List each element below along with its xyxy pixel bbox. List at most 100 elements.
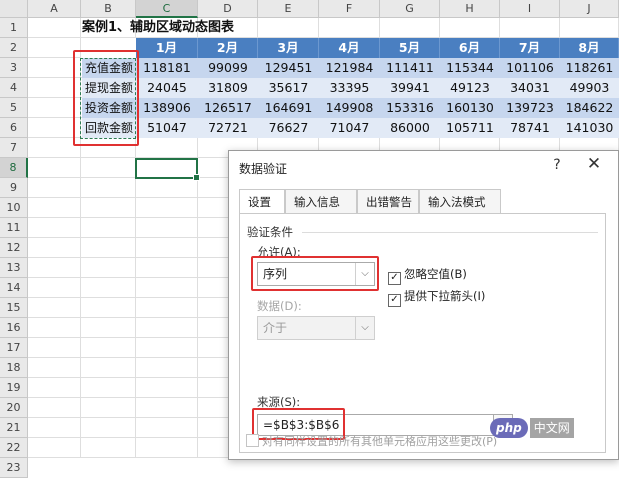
grid-cell[interactable] xyxy=(81,298,136,318)
grid-cell[interactable] xyxy=(136,198,198,218)
grid-cell[interactable] xyxy=(136,338,198,358)
data-cell[interactable]: 86000 xyxy=(380,118,440,138)
column-header-f[interactable]: F xyxy=(319,0,380,18)
data-cell[interactable]: 126517 xyxy=(198,98,258,118)
grid-cell[interactable] xyxy=(81,158,136,178)
month-header[interactable]: 2月 xyxy=(198,38,258,58)
grid-cell[interactable] xyxy=(81,358,136,378)
data-cell[interactable]: 160130 xyxy=(440,98,500,118)
grid-cell[interactable] xyxy=(28,118,81,138)
grid-cell[interactable] xyxy=(136,298,198,318)
data-cell[interactable]: 164691 xyxy=(258,98,319,118)
data-cell[interactable]: 35617 xyxy=(258,78,319,98)
data-cell[interactable]: 111411 xyxy=(380,58,440,78)
grid-cell[interactable] xyxy=(81,278,136,298)
row-header-20[interactable]: 20 xyxy=(0,398,28,418)
grid-cell[interactable] xyxy=(81,238,136,258)
data-cell[interactable]: 49123 xyxy=(440,78,500,98)
data-cell[interactable]: 153316 xyxy=(380,98,440,118)
data-cell[interactable]: 39941 xyxy=(380,78,440,98)
grid-cell[interactable] xyxy=(28,78,81,98)
grid-cell[interactable] xyxy=(28,98,81,118)
grid-cell[interactable] xyxy=(136,358,198,378)
data-cell[interactable]: 76627 xyxy=(258,118,319,138)
grid-cell[interactable] xyxy=(319,18,380,38)
ignore-blank-checkbox[interactable]: ✓ 忽略空值(B) xyxy=(388,266,467,285)
grid-cell[interactable] xyxy=(28,298,81,318)
data-cell[interactable]: 184622 xyxy=(560,98,619,118)
grid-cell[interactable] xyxy=(28,58,81,78)
grid-cell[interactable] xyxy=(258,18,319,38)
grid-cell[interactable] xyxy=(28,238,81,258)
row-header-9[interactable]: 9 xyxy=(0,178,28,198)
row-header-1[interactable]: 1 xyxy=(0,18,28,38)
column-header-c[interactable]: C xyxy=(136,0,198,18)
data-cell[interactable]: 51047 xyxy=(136,118,198,138)
month-header[interactable]: 1月 xyxy=(136,38,198,58)
row-header-17[interactable]: 17 xyxy=(0,338,28,358)
data-cell[interactable]: 34031 xyxy=(500,78,560,98)
column-header-d[interactable]: D xyxy=(198,0,258,18)
row-label-invest[interactable]: 投资金额 xyxy=(82,98,136,118)
grid-cell[interactable] xyxy=(500,18,560,38)
column-header-h[interactable]: H xyxy=(440,0,500,18)
row-header-15[interactable]: 15 xyxy=(0,298,28,318)
row-header-22[interactable]: 22 xyxy=(0,438,28,458)
row-header-21[interactable]: 21 xyxy=(0,418,28,438)
column-header-b[interactable]: B xyxy=(81,0,136,18)
column-header-j[interactable]: J xyxy=(560,0,619,18)
data-cell[interactable]: 71047 xyxy=(319,118,380,138)
grid-cell[interactable] xyxy=(136,278,198,298)
data-cell[interactable]: 118261 xyxy=(560,58,619,78)
data-select[interactable]: 介于 ⌵ xyxy=(257,316,375,340)
grid-cell[interactable] xyxy=(28,318,81,338)
month-header[interactable]: 7月 xyxy=(500,38,560,58)
grid-cell[interactable] xyxy=(81,258,136,278)
grid-cell[interactable] xyxy=(136,438,198,458)
data-cell[interactable]: 31809 xyxy=(198,78,258,98)
row-header-23[interactable]: 23 xyxy=(0,458,28,478)
grid-cell[interactable] xyxy=(81,338,136,358)
apply-all-checkbox[interactable]: 对有同样设置的所有其他单元格应用这些更改(P) xyxy=(246,433,497,449)
grid-cell[interactable] xyxy=(136,378,198,398)
grid-cell[interactable] xyxy=(28,278,81,298)
tab-error-alert[interactable]: 出错警告 xyxy=(357,189,419,213)
row-label-withdraw[interactable]: 提现金额 xyxy=(82,78,136,98)
data-cell[interactable]: 78741 xyxy=(500,118,560,138)
grid-cell[interactable] xyxy=(560,18,619,38)
month-header[interactable]: 6月 xyxy=(440,38,500,58)
row-header-13[interactable]: 13 xyxy=(0,258,28,278)
data-cell[interactable]: 141030 xyxy=(560,118,619,138)
grid-cell[interactable] xyxy=(28,338,81,358)
data-cell[interactable]: 121984 xyxy=(319,58,380,78)
data-cell[interactable]: 129451 xyxy=(258,58,319,78)
row-header-2[interactable]: 2 xyxy=(0,38,28,58)
row-header-18[interactable]: 18 xyxy=(0,358,28,378)
help-icon[interactable]: ? xyxy=(549,157,565,173)
data-cell[interactable]: 99099 xyxy=(198,58,258,78)
grid-cell[interactable] xyxy=(28,138,81,158)
row-header-12[interactable]: 12 xyxy=(0,238,28,258)
row-label-recharge[interactable]: 充值金额 xyxy=(82,58,136,78)
grid-cell[interactable] xyxy=(136,318,198,338)
grid-cell[interactable] xyxy=(380,18,440,38)
select-all-corner[interactable] xyxy=(0,0,28,18)
row-header-8[interactable]: 8 xyxy=(0,158,28,178)
grid-cell[interactable] xyxy=(81,418,136,438)
chevron-down-icon[interactable]: ⌵ xyxy=(355,263,374,285)
row-header-16[interactable]: 16 xyxy=(0,318,28,338)
active-cell[interactable] xyxy=(135,158,200,181)
row-header-3[interactable]: 3 xyxy=(0,58,28,78)
row-header-5[interactable]: 5 xyxy=(0,98,28,118)
tab-settings[interactable]: 设置 xyxy=(239,189,285,214)
month-header[interactable]: 3月 xyxy=(258,38,319,58)
column-header-a[interactable]: A xyxy=(28,0,81,18)
row-header-10[interactable]: 10 xyxy=(0,198,28,218)
grid-cell[interactable] xyxy=(28,38,81,58)
data-cell[interactable]: 49903 xyxy=(560,78,619,98)
grid-cell[interactable] xyxy=(136,398,198,418)
row-header-4[interactable]: 4 xyxy=(0,78,28,98)
grid-cell[interactable] xyxy=(136,218,198,238)
row-header-14[interactable]: 14 xyxy=(0,278,28,298)
column-header-e[interactable]: E xyxy=(258,0,319,18)
